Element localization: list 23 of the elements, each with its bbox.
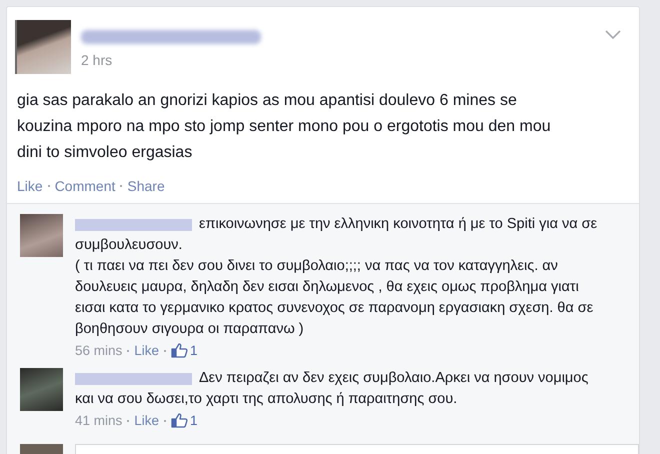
post-time[interactable]: 2 hrs	[81, 52, 261, 68]
separator-dot	[48, 185, 50, 187]
separator-dot	[164, 420, 166, 422]
separator-dot	[164, 350, 166, 352]
avatar-placeholder	[20, 368, 63, 411]
post-action-link[interactable]: Like	[17, 178, 43, 194]
separator-dot	[127, 420, 130, 422]
separator-dot	[127, 350, 130, 352]
thumbs-up-icon[interactable]	[171, 413, 188, 428]
post-action-link[interactable]: Share	[127, 178, 165, 194]
avatar-placeholder	[15, 20, 71, 74]
post-text: gia sas parakalo an gnorizi kapios as mou apantisi doulevo 6 mines se kouzina mporo na mpo sto jomp senter mono pou o ergototis mou den mou dini to simvoleo ergasias	[17, 91, 552, 163]
comment-time[interactable]: 41 mins	[75, 413, 122, 428]
comment-time[interactable]: 56 mins	[75, 343, 122, 358]
like-count: 1	[190, 413, 198, 428]
like-link[interactable]: Like	[134, 343, 160, 358]
avatar-placeholder	[20, 444, 63, 454]
separator-dot	[120, 185, 122, 187]
post-action-link[interactable]: Comment	[54, 178, 116, 194]
thumbs-up-icon[interactable]	[171, 343, 188, 358]
avatar-placeholder	[20, 214, 63, 257]
like-link[interactable]: Like	[134, 413, 160, 428]
like-count: 1	[190, 343, 198, 358]
